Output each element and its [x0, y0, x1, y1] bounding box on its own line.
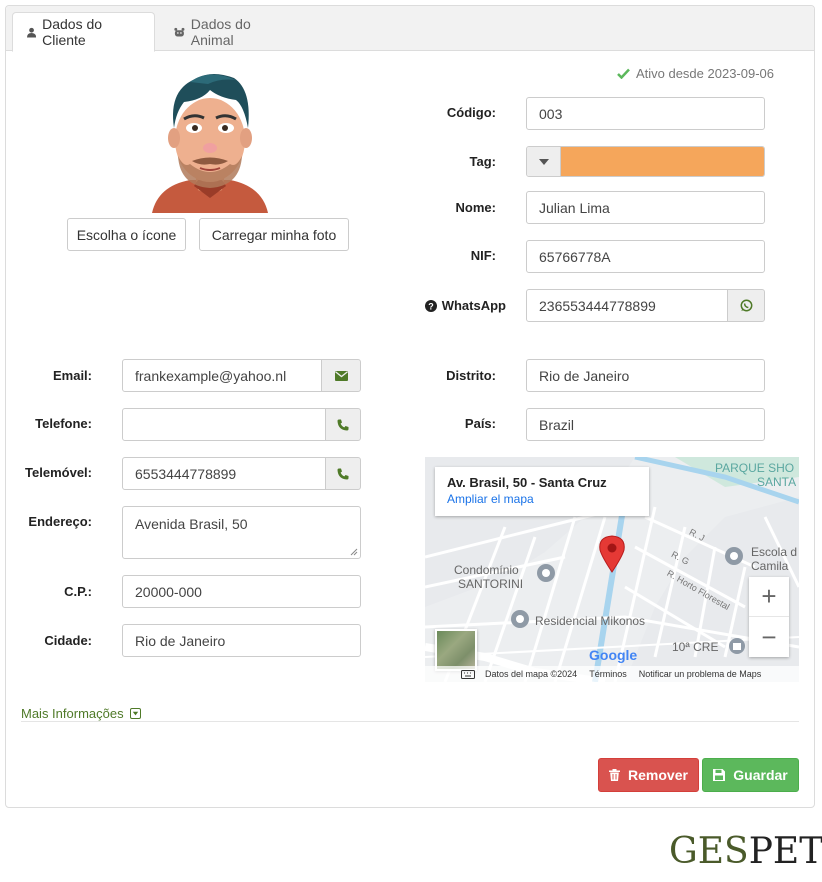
- envelope-icon: [334, 370, 348, 381]
- whatsapp-label: WhatsApp: [441, 298, 506, 313]
- floppy-disk-icon: [713, 769, 726, 781]
- whatsapp-field[interactable]: 236553444778899: [526, 289, 728, 322]
- pais-field[interactable]: Brazil: [526, 408, 765, 441]
- logo-part-ges: GES: [669, 831, 749, 872]
- paw-icon: [174, 27, 185, 37]
- tab-animal-data[interactable]: Dados do Animal: [160, 12, 300, 52]
- map-data-credit: Datos del mapa ©2024: [485, 669, 578, 679]
- codigo-field[interactable]: 003: [526, 97, 765, 130]
- keyboard-icon[interactable]: [461, 669, 475, 679]
- gespet-logo: GESPET: [669, 832, 822, 872]
- map-address: Av. Brasil, 50 - Santa Cruz: [447, 475, 607, 490]
- tag-label: Tag:: [469, 154, 496, 169]
- save-button[interactable]: Guardar: [702, 758, 799, 792]
- trash-icon: [609, 769, 621, 781]
- telefone-call-button[interactable]: [325, 408, 361, 441]
- map-label-cre: 10ª CRE: [672, 640, 719, 654]
- tab-client-data-label: Dados do Cliente: [42, 16, 103, 48]
- zoom-in-button[interactable]: +: [749, 577, 789, 617]
- section-divider: [21, 721, 799, 722]
- phone-icon: [337, 468, 349, 479]
- cp-label: C.P.:: [64, 584, 92, 599]
- map-poi-icon[interactable]: [536, 563, 556, 583]
- map-info-card: Av. Brasil, 50 - Santa Cruz Ampliar el m…: [435, 467, 649, 516]
- map-label-condominio: Condomínio: [454, 563, 519, 577]
- tab-client-data[interactable]: Dados do Cliente: [12, 12, 155, 52]
- remove-button-label: Remover: [628, 767, 688, 783]
- email-label: Email:: [52, 368, 92, 383]
- telemovel-call-button[interactable]: [325, 457, 361, 490]
- resize-handle-icon[interactable]: [350, 548, 358, 556]
- nome-label: Nome:: [455, 200, 496, 215]
- nif-field[interactable]: 65766778A: [526, 240, 765, 273]
- telemovel-field[interactable]: 6553444778899: [122, 457, 326, 490]
- whatsapp-label-group: ? WhatsApp: [410, 298, 506, 313]
- logo-part-pet: PET: [748, 831, 822, 872]
- map-satellite-toggle[interactable]: [435, 629, 477, 671]
- choose-icon-button[interactable]: Escolha o ícone: [67, 218, 186, 251]
- google-logo: Google: [589, 647, 638, 663]
- map-report-link[interactable]: Notificar un problema de Maps: [639, 669, 762, 679]
- whatsapp-icon: [740, 299, 752, 312]
- zoom-out-button[interactable]: −: [749, 617, 789, 657]
- whatsapp-button[interactable]: [727, 289, 765, 322]
- avatar: [152, 74, 268, 213]
- map-enlarge-link[interactable]: Ampliar el mapa: [447, 492, 637, 506]
- telefone-field[interactable]: [122, 408, 326, 441]
- map-terms-link[interactable]: Términos: [589, 669, 627, 679]
- cidade-field[interactable]: Rio de Janeiro: [122, 624, 361, 657]
- tag-color-picker[interactable]: [526, 146, 765, 177]
- map-poi-icon[interactable]: [510, 609, 530, 629]
- map-poi-icon[interactable]: [728, 637, 746, 655]
- codigo-label: Código:: [446, 105, 496, 120]
- caret-square-down-icon: [129, 708, 141, 719]
- email-button[interactable]: [321, 359, 361, 392]
- status-text: Ativo desde 2023-09-06: [635, 66, 774, 81]
- map-label-santa: SANTA: [757, 475, 797, 489]
- more-info-toggle[interactable]: Mais Informações: [21, 706, 141, 721]
- map-marker-icon[interactable]: [598, 535, 626, 573]
- map-poi-icon[interactable]: [724, 546, 744, 566]
- distrito-label: Distrito:: [446, 368, 496, 383]
- pais-label: País:: [464, 416, 496, 431]
- cp-field[interactable]: 20000-000: [122, 575, 361, 608]
- location-map[interactable]: PARQUE SHO SANTA Condomínio SANTORINI Re…: [425, 457, 799, 682]
- distrito-field[interactable]: Rio de Janeiro: [526, 359, 765, 392]
- map-label-camila: Camila: [751, 559, 789, 573]
- map-zoom-control: + −: [749, 577, 789, 657]
- endereco-field[interactable]: Avenida Brasil, 50: [122, 506, 361, 559]
- nif-label: NIF:: [470, 248, 496, 263]
- tag-color-swatch: [561, 147, 764, 176]
- map-footer: Datos del mapa ©2024 Términos Notificar …: [425, 666, 799, 682]
- check-icon: [617, 68, 630, 79]
- status-indicator: Ativo desde 2023-09-06: [617, 66, 774, 81]
- phone-icon: [337, 419, 349, 430]
- endereco-label: Endereço:: [28, 514, 92, 529]
- telefone-label: Telefone:: [35, 416, 92, 431]
- upload-photo-button[interactable]: Carregar minha foto: [199, 218, 349, 251]
- save-button-label: Guardar: [733, 767, 788, 783]
- nome-field[interactable]: Julian Lima: [526, 191, 765, 224]
- map-label-escola: Escola d: [751, 545, 798, 559]
- email-field[interactable]: frankexample@yahoo.nl: [122, 359, 322, 392]
- map-label-residencial: Residencial Mikonos: [535, 614, 646, 628]
- more-info-label: Mais Informações: [21, 706, 124, 721]
- caret-down-icon[interactable]: [527, 147, 561, 176]
- cidade-label: Cidade:: [44, 633, 92, 648]
- map-label-santorini: SANTORINI: [458, 577, 524, 591]
- svg-text:?: ?: [428, 301, 434, 311]
- tab-animal-data-label: Dados do Animal: [190, 16, 251, 48]
- user-icon: [27, 27, 37, 38]
- remove-button[interactable]: Remover: [598, 758, 699, 792]
- map-label-park: PARQUE SHO: [715, 461, 795, 475]
- tab-bar: Dados do Cliente Dados do Animal: [6, 6, 814, 52]
- telemovel-label: Telemóvel:: [25, 465, 92, 480]
- help-icon[interactable]: ?: [424, 299, 437, 312]
